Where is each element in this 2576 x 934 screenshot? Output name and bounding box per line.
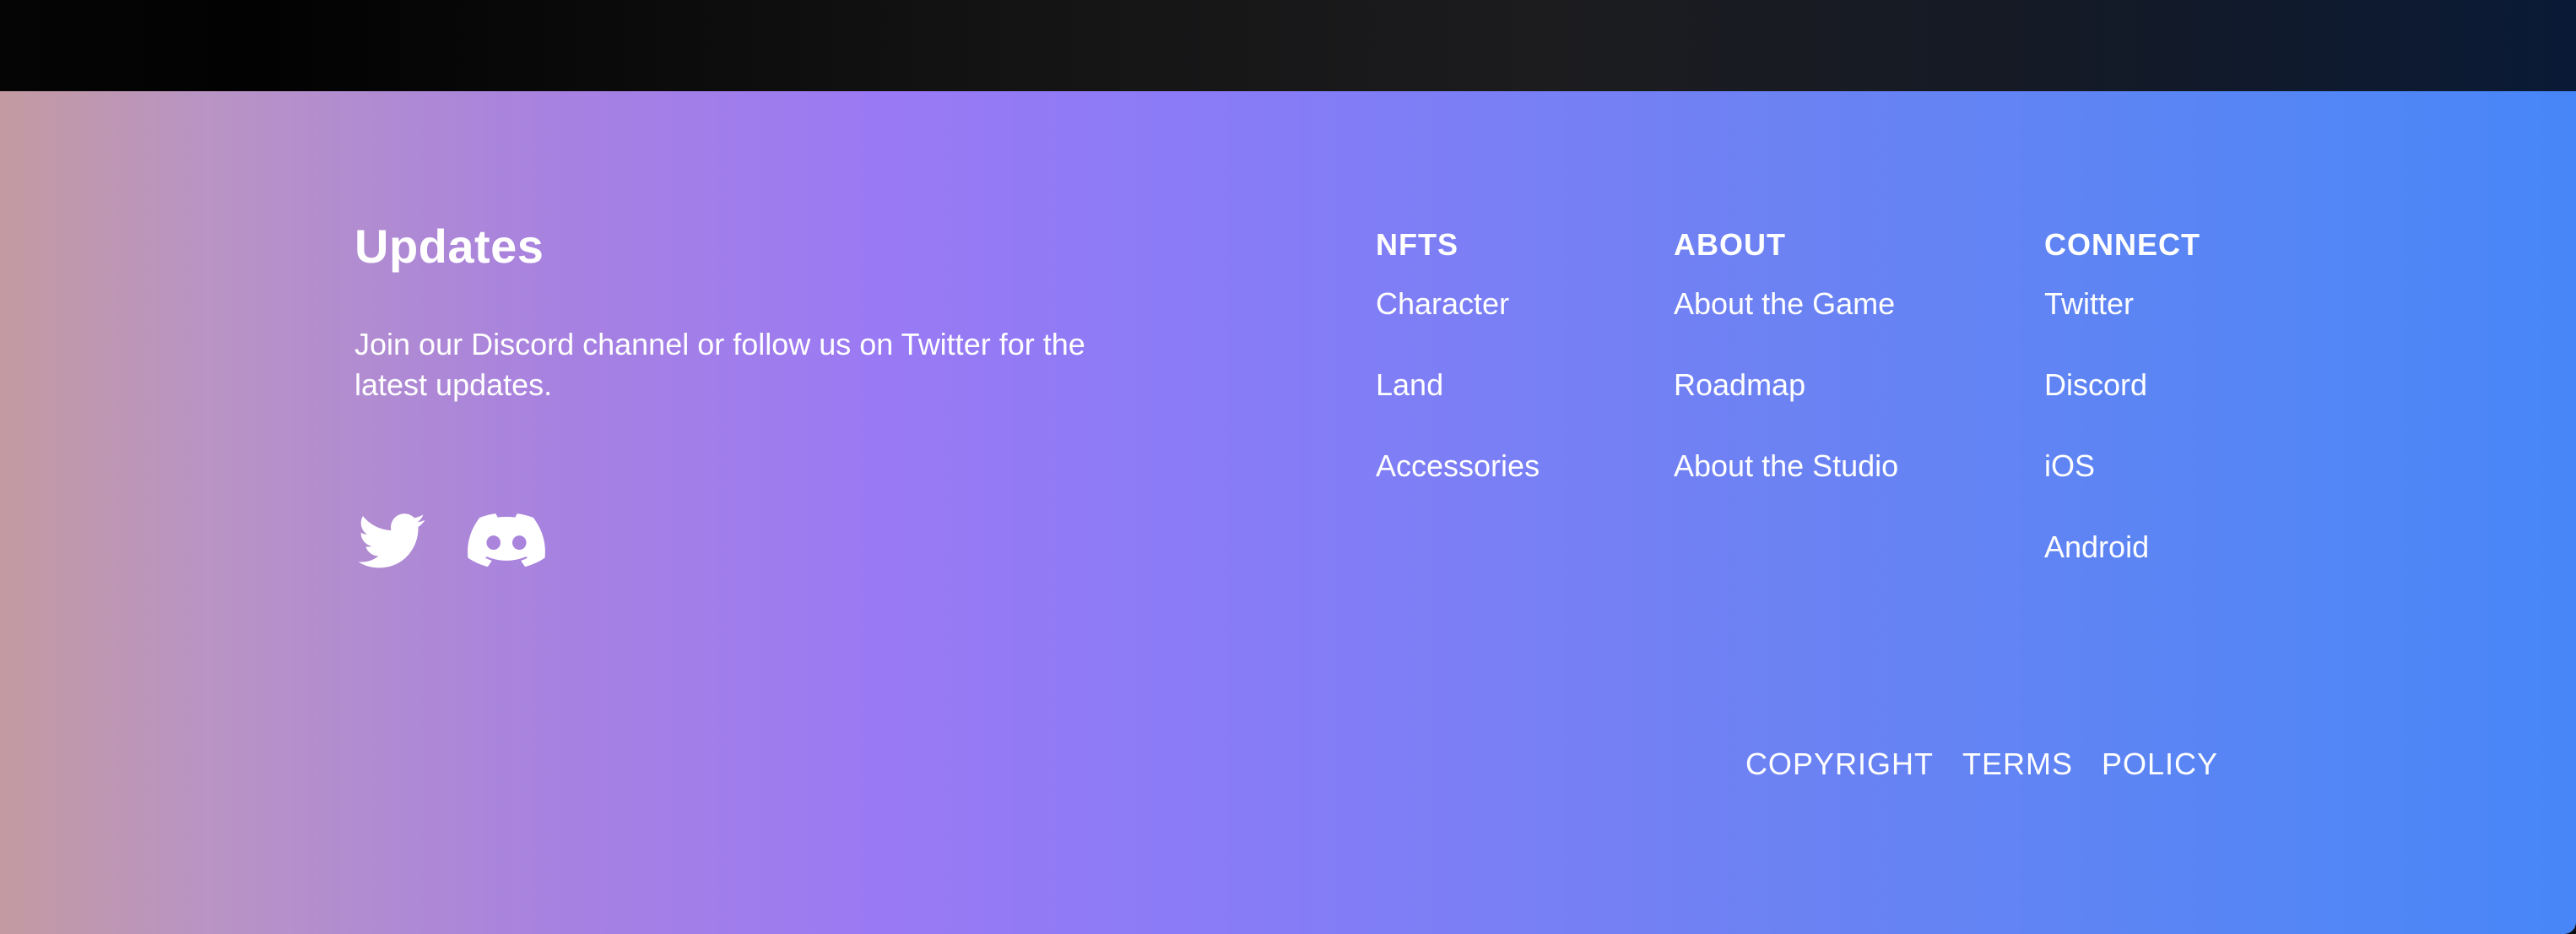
connect-heading: CONNECT [2044, 227, 2200, 262]
about-heading: ABOUT [1674, 227, 1786, 262]
link-land[interactable]: Land [1376, 367, 1540, 404]
updates-section: Updates Join our Discord channel or foll… [354, 218, 1114, 568]
nfts-links: Character Land Accessories [1376, 285, 1540, 485]
footer-column-nfts: NFTS Character Land Accessories [1376, 226, 1540, 529]
connect-links: Twitter Discord iOS Android [2044, 285, 2200, 566]
link-accessories[interactable]: Accessories [1376, 448, 1540, 485]
terms-link[interactable]: TERMS [1962, 747, 2073, 782]
legal-links: COPYRIGHT TERMS POLICY [1745, 747, 2218, 782]
link-about-the-studio[interactable]: About the Studio [1674, 448, 1898, 485]
nfts-heading: NFTS [1376, 227, 1458, 262]
twitter-icon[interactable] [354, 513, 429, 573]
link-about-the-game[interactable]: About the Game [1674, 285, 1898, 323]
social-links [354, 513, 545, 573]
footer-column-connect: CONNECT Twitter Discord iOS Android [2044, 226, 2200, 610]
updates-title: Updates [354, 220, 544, 273]
discord-icon[interactable] [468, 513, 545, 573]
footer-column-about: ABOUT About the Game Roadmap About the S… [1674, 226, 1898, 529]
link-character[interactable]: Character [1376, 285, 1540, 323]
about-links: About the Game Roadmap About the Studio [1674, 285, 1898, 485]
link-twitter[interactable]: Twitter [2044, 285, 2200, 323]
link-discord[interactable]: Discord [2044, 367, 2200, 404]
updates-description: Join our Discord channel or follow us on… [354, 327, 1085, 402]
link-android[interactable]: Android [2044, 529, 2200, 566]
link-ios[interactable]: iOS [2044, 448, 2200, 485]
link-roadmap[interactable]: Roadmap [1674, 367, 1898, 404]
policy-link[interactable]: POLICY [2102, 747, 2218, 782]
site-footer: Updates Join our Discord channel or foll… [0, 91, 2576, 934]
top-bar [0, 0, 2576, 91]
copyright-link[interactable]: COPYRIGHT [1745, 747, 1934, 782]
